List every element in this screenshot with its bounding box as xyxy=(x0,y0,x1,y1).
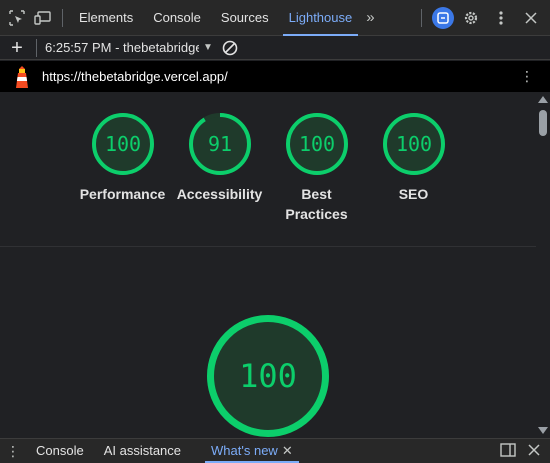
toolbar-separator-right xyxy=(421,8,422,27)
devtools-tabbar: Elements Console Sources Lighthouse » xyxy=(0,0,550,36)
report-scrollbar[interactable] xyxy=(536,92,550,438)
report-select[interactable]: 6:25:57 PM - thebetabridge.v xyxy=(45,40,199,55)
drawer-tab-whats-new-label: What's new xyxy=(211,443,278,458)
gauge-performance-ring: 100 xyxy=(91,113,154,175)
scroll-up-arrow-icon[interactable] xyxy=(538,96,548,103)
toolbar-separator xyxy=(62,8,63,27)
more-options-icon[interactable] xyxy=(488,5,514,31)
gauge-accessibility-ring: 91 xyxy=(188,113,251,175)
tab-sources[interactable]: Sources xyxy=(211,0,279,36)
close-devtools-icon[interactable] xyxy=(518,5,544,31)
gauge-accessibility-value: 91 xyxy=(207,132,231,156)
tab-elements[interactable]: Elements xyxy=(69,0,143,36)
clear-all-icon[interactable] xyxy=(221,39,239,57)
lighthouse-toolbar: + 6:25:57 PM - thebetabridge.v ▼ xyxy=(0,36,550,60)
tab-lighthouse[interactable]: Lighthouse xyxy=(279,0,363,36)
report-menu-icon[interactable]: ⋮ xyxy=(520,68,534,85)
gauge-seo[interactable]: 100 SEO xyxy=(365,112,462,224)
close-tab-icon[interactable]: ✕ xyxy=(282,443,293,458)
gauge-performance-label: Performance xyxy=(79,186,166,202)
gauge-best-practices-value: 100 xyxy=(298,132,334,156)
gauge-accessibility[interactable]: 91 Accessibility xyxy=(171,112,268,224)
main-score-value: 100 xyxy=(239,357,297,395)
scroll-down-arrow-icon[interactable] xyxy=(538,427,548,434)
gauge-seo-label: SEO xyxy=(398,186,429,202)
gauge-best-practices[interactable]: 100 Best Practices xyxy=(268,112,365,224)
new-report-button[interactable]: + xyxy=(6,38,28,58)
main-score-gauge: 100 xyxy=(207,315,329,437)
scrollbar-thumb[interactable] xyxy=(539,110,547,136)
report-url[interactable]: https://thebetabridge.vercel.app/ xyxy=(42,69,228,84)
lighthouse-report: 100 Performance 91 Accessibility 100 Best Pra… xyxy=(0,92,536,438)
lighthouse-logo-icon xyxy=(16,65,28,88)
gauge-performance-value: 100 xyxy=(104,132,140,156)
gauge-accessibility-label: Accessibility xyxy=(176,186,263,202)
close-drawer-icon[interactable] xyxy=(528,443,540,459)
chevron-down-icon[interactable]: ▼ xyxy=(203,42,213,53)
gauge-performance[interactable]: 100 Performance xyxy=(74,112,171,224)
report-divider xyxy=(0,246,536,247)
gauge-best-practices-label: Best Practices xyxy=(285,186,348,222)
more-tabs-icon[interactable]: » xyxy=(362,9,378,26)
drawer-tabbar: ⋮ Console AI assistance What's new ✕ xyxy=(0,438,550,463)
score-gauges: 100 Performance 91 Accessibility 100 Best Pra… xyxy=(74,112,462,224)
drawer-menu-icon[interactable]: ⋮ xyxy=(0,443,26,460)
gauge-best-practices-ring: 100 xyxy=(285,113,348,175)
toolbar2-separator xyxy=(36,38,37,57)
settings-gear-icon[interactable] xyxy=(458,5,484,31)
device-toolbar-icon[interactable] xyxy=(30,5,56,31)
drawer-tab-ai-assistance[interactable]: AI assistance xyxy=(94,439,191,463)
report-url-bar: https://thebetabridge.vercel.app/ ⋮ xyxy=(0,61,550,92)
drawer-tab-whats-new[interactable]: What's new ✕ xyxy=(201,439,303,463)
inspect-element-icon[interactable] xyxy=(4,5,30,31)
gauge-seo-value: 100 xyxy=(395,132,431,156)
issues-icon[interactable] xyxy=(432,6,454,29)
drawer-tab-console[interactable]: Console xyxy=(26,439,94,463)
tab-console[interactable]: Console xyxy=(143,0,211,36)
gauge-seo-ring: 100 xyxy=(382,113,445,175)
dock-side-icon[interactable] xyxy=(500,442,516,460)
